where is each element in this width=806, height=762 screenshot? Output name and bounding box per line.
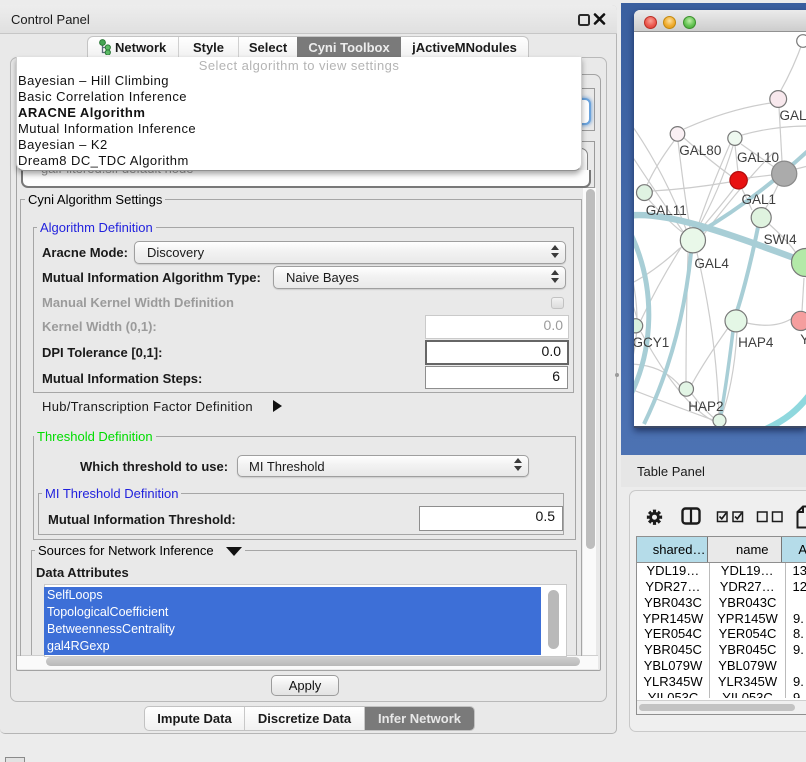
svg-text:GCY1: GCY1 [634,335,669,350]
svg-text:GAL1: GAL1 [742,192,777,207]
svg-text:Y: Y [800,332,806,347]
svg-text:SWI4: SWI4 [764,232,797,247]
svg-text:GAL2: GAL2 [780,108,806,123]
svg-text:HAP2: HAP2 [688,399,723,414]
svg-text:GAL80: GAL80 [679,143,721,158]
svg-text:GAL4: GAL4 [694,256,729,271]
svg-text:GAL10: GAL10 [737,150,779,165]
svg-text:GAL11: GAL11 [646,203,687,218]
svg-text:HAP4: HAP4 [738,335,774,350]
